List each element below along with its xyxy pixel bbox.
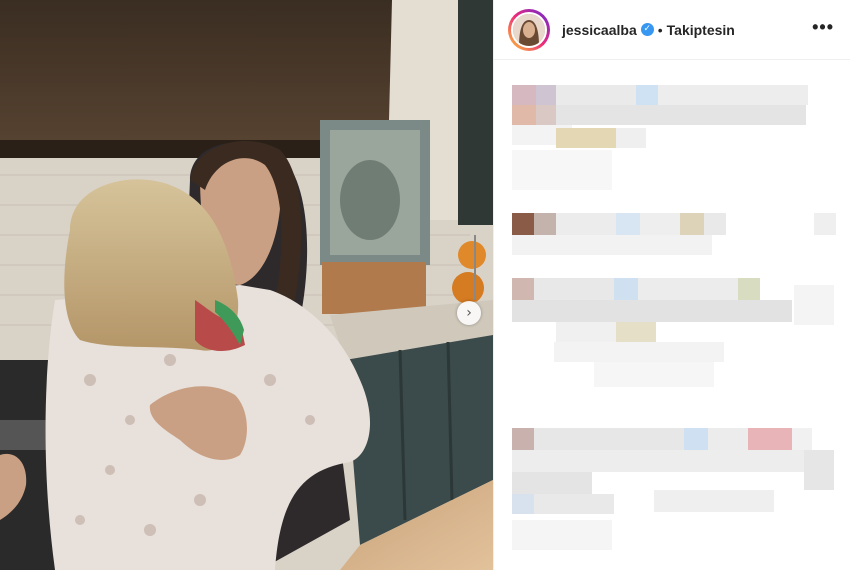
post-header: jessicaalba ✓ • Takiptesin •••	[494, 0, 850, 60]
separator-dot: •	[657, 21, 663, 38]
pixelated-comments	[512, 85, 836, 550]
avatar-image	[513, 13, 545, 46]
blurred-comment	[512, 213, 836, 255]
next-photo-button[interactable]: ›	[457, 301, 481, 325]
username[interactable]: jessicaalba	[562, 22, 637, 38]
following-button[interactable]: Takiptesin	[667, 22, 735, 38]
blurred-comment	[512, 428, 834, 550]
avatar[interactable]	[511, 11, 547, 48]
more-options-icon[interactable]: •••	[812, 18, 834, 36]
comments-area	[494, 60, 850, 570]
instagram-post: › jessicaalba ✓ • Takiptesin •••	[0, 0, 850, 570]
blurred-comment	[512, 278, 834, 387]
avatar-story-ring[interactable]	[508, 8, 550, 51]
verified-badge-icon: ✓	[640, 23, 654, 36]
blurred-comment	[512, 85, 808, 190]
post-photo[interactable]: ›	[0, 0, 493, 570]
post-sidebar: jessicaalba ✓ • Takiptesin •••	[493, 0, 850, 570]
photo-scene	[0, 0, 493, 570]
